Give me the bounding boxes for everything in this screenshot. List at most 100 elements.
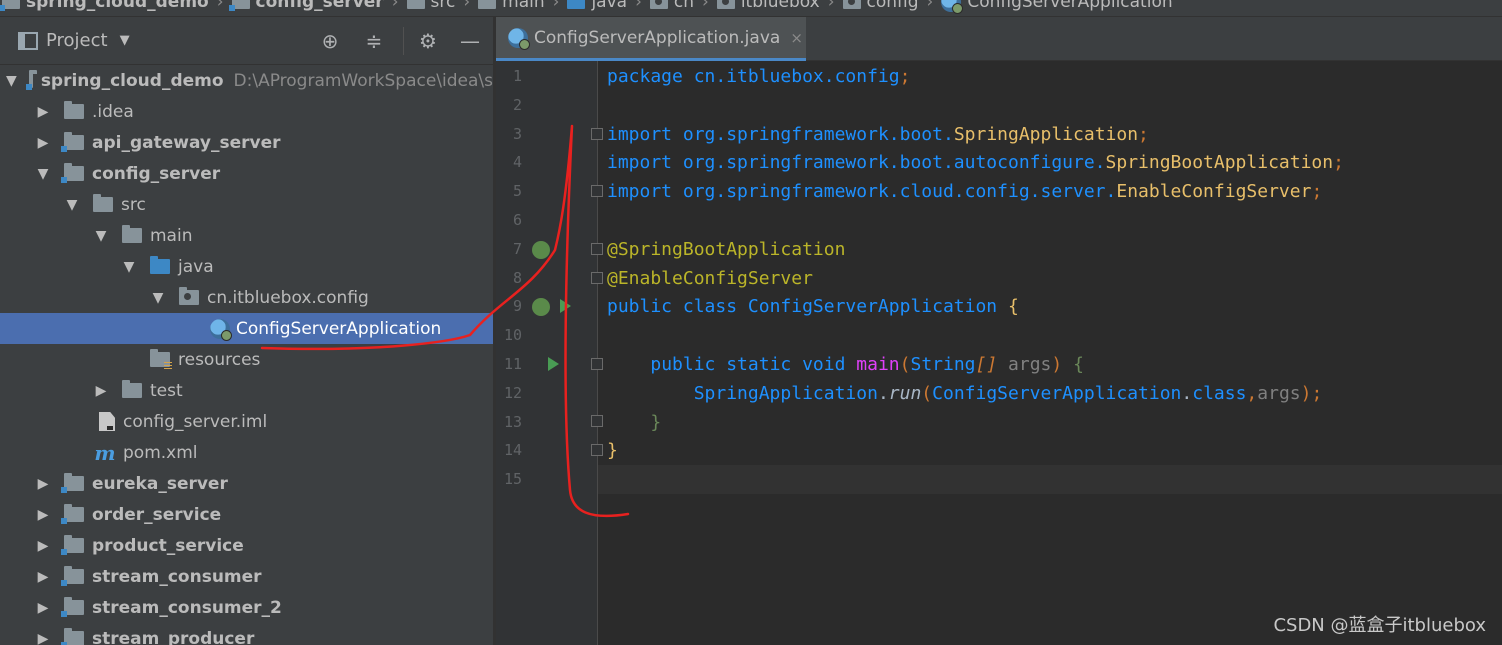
collapse-all-icon[interactable]: ≑ <box>362 29 386 53</box>
tree-item-java[interactable]: ▼ java <box>0 251 493 282</box>
tree-item-config-server-iml[interactable]: config_server.iml <box>0 406 493 437</box>
tree-item-resources[interactable]: resources <box>0 344 493 375</box>
iml-file-icon <box>99 412 115 431</box>
spring-boot-class-icon <box>941 0 964 14</box>
header-separator <box>403 27 404 55</box>
breadcrumb-item-module[interactable]: config_server › <box>228 0 407 12</box>
tree-item-spring-cloud-demo[interactable]: ▼ spring_cloud_demo D:\AProgramWorkSpace… <box>0 65 493 96</box>
breadcrumb-item-src[interactable]: src › <box>406 0 479 12</box>
tree-item-stream-producer[interactable]: ▶ stream_producer <box>0 623 493 645</box>
spring-bean-icon[interactable] <box>532 241 550 259</box>
expand-arrow-icon[interactable]: ▼ <box>34 166 52 182</box>
tree-item-test[interactable]: ▶ test <box>0 375 493 406</box>
line-number: 5 <box>512 182 522 200</box>
navigation-breadcrumb: spring_cloud_demo › config_server › src › m… <box>0 0 1502 17</box>
line-number: 12 <box>503 384 522 402</box>
folder-icon <box>122 380 142 398</box>
module-folder-icon <box>61 473 84 493</box>
tree-item-src[interactable]: ▼ src <box>0 189 493 220</box>
line-number: 15 <box>503 470 522 488</box>
expand-arrow-icon[interactable]: ▶ <box>34 476 52 492</box>
breadcrumb-item-config[interactable]: config › <box>842 0 942 12</box>
tree-item-product-service[interactable]: ▶ product_service <box>0 530 493 561</box>
module-folder-icon <box>61 535 84 555</box>
view-mode-dropdown-icon[interactable]: ▼ <box>120 33 130 48</box>
editor-tab-bar: ConfigServerApplication.java × <box>496 17 1502 61</box>
expand-arrow-icon[interactable]: ▼ <box>149 290 167 306</box>
fold-icon[interactable] <box>591 358 603 370</box>
code-line[interactable]: import org.springframework.boot.SpringAp… <box>607 120 1149 149</box>
fold-icon[interactable] <box>591 272 603 284</box>
expand-arrow-icon[interactable]: ▼ <box>120 259 138 275</box>
module-folder-icon <box>61 628 84 645</box>
locate-target-icon[interactable]: ⊕ <box>318 29 342 53</box>
tree-item-pom-xml[interactable]: m pom.xml <box>0 437 493 468</box>
expand-arrow-icon[interactable]: ▶ <box>34 507 52 523</box>
expand-arrow-icon[interactable]: ▶ <box>92 383 110 399</box>
tree-item-api-gateway-server[interactable]: ▶ api_gateway_server <box>0 127 493 158</box>
breadcrumb-item-java[interactable]: java › <box>567 0 649 12</box>
module-folder-icon <box>61 504 84 524</box>
code-line[interactable]: import org.springframework.cloud.config.… <box>607 177 1322 206</box>
tree-item-eureka-server[interactable]: ▶ eureka_server <box>0 468 493 499</box>
breadcrumb-item-class[interactable]: ConfigServerApplication <box>941 0 1173 14</box>
fold-icon[interactable] <box>591 185 603 197</box>
tree-item-config-server-application[interactable]: ConfigServerApplication <box>0 313 493 344</box>
fold-icon[interactable] <box>591 243 603 255</box>
line-number: 3 <box>512 125 522 143</box>
fold-icon[interactable] <box>591 128 603 140</box>
code-line[interactable]: package cn.itbluebox.config; <box>607 62 910 91</box>
run-icon[interactable] <box>548 357 559 371</box>
fold-icon[interactable] <box>591 444 603 456</box>
code-line[interactable]: import org.springframework.boot.autoconf… <box>607 148 1344 177</box>
run-icon[interactable] <box>560 299 571 313</box>
fold-icon[interactable] <box>591 415 603 427</box>
tree-item-main[interactable]: ▼ main <box>0 220 493 251</box>
folder-icon <box>406 0 425 9</box>
tree-item-order-service[interactable]: ▶ order_service <box>0 499 493 530</box>
editor-tab-config-server-application[interactable]: ConfigServerApplication.java × <box>496 17 806 61</box>
line-number: 11 <box>503 355 522 373</box>
source-folder-icon <box>567 0 586 9</box>
tree-item-package-config[interactable]: ▼ cn.itbluebox.config <box>0 282 493 313</box>
source-folder-icon <box>150 256 170 274</box>
code-line[interactable]: SpringApplication.run(ConfigServerApplic… <box>607 379 1323 408</box>
project-panel-title[interactable]: Project <box>46 30 108 51</box>
tree-item-idea[interactable]: ▶ .idea <box>0 96 493 127</box>
expand-arrow-icon[interactable]: ▶ <box>34 631 52 645</box>
expand-arrow-icon[interactable]: ▼ <box>63 197 81 213</box>
breadcrumb-item-main[interactable]: main › <box>478 0 567 12</box>
code-line[interactable]: @EnableConfigServer <box>607 264 813 293</box>
spring-bean-icon[interactable] <box>532 298 550 316</box>
close-tab-icon[interactable]: × <box>790 29 803 47</box>
expand-arrow-icon[interactable]: ▼ <box>6 73 17 89</box>
hide-panel-icon[interactable]: — <box>458 29 482 53</box>
resources-folder-icon <box>150 349 172 369</box>
breadcrumb-item-itbluebox[interactable]: itbluebox › <box>716 0 843 12</box>
code-line[interactable]: @SpringBootApplication <box>607 235 845 264</box>
breadcrumb-item-cn[interactable]: cn › <box>649 0 717 12</box>
line-number: 9 <box>512 297 522 315</box>
line-number: 10 <box>503 326 522 344</box>
package-icon <box>842 0 861 9</box>
expand-arrow-icon[interactable]: ▶ <box>34 104 52 120</box>
gear-icon[interactable]: ⚙ <box>416 29 440 53</box>
project-panel-header: Project ▼ ⊕ ≑ ⚙ — <box>0 17 493 65</box>
line-number: 7 <box>512 240 522 258</box>
expand-arrow-icon[interactable]: ▶ <box>34 135 52 151</box>
module-folder-icon <box>61 163 84 183</box>
module-folder-icon <box>228 0 250 11</box>
package-icon <box>179 287 199 305</box>
code-line[interactable]: } <box>607 436 618 465</box>
expand-arrow-icon[interactable]: ▼ <box>92 228 110 244</box>
tree-item-stream-consumer-2[interactable]: ▶ stream_consumer_2 <box>0 592 493 623</box>
code-line[interactable]: } <box>607 408 661 437</box>
tree-item-config-server[interactable]: ▼ config_server <box>0 158 493 189</box>
code-line[interactable]: public class ConfigServerApplication { <box>607 292 1019 321</box>
expand-arrow-icon[interactable]: ▶ <box>34 600 52 616</box>
breadcrumb-item-project[interactable]: spring_cloud_demo › <box>0 0 232 12</box>
expand-arrow-icon[interactable]: ▶ <box>34 569 52 585</box>
code-line[interactable]: public static void main(String[] args) { <box>607 350 1084 379</box>
expand-arrow-icon[interactable]: ▶ <box>34 538 52 554</box>
tree-item-stream-consumer[interactable]: ▶ stream_consumer <box>0 561 493 592</box>
